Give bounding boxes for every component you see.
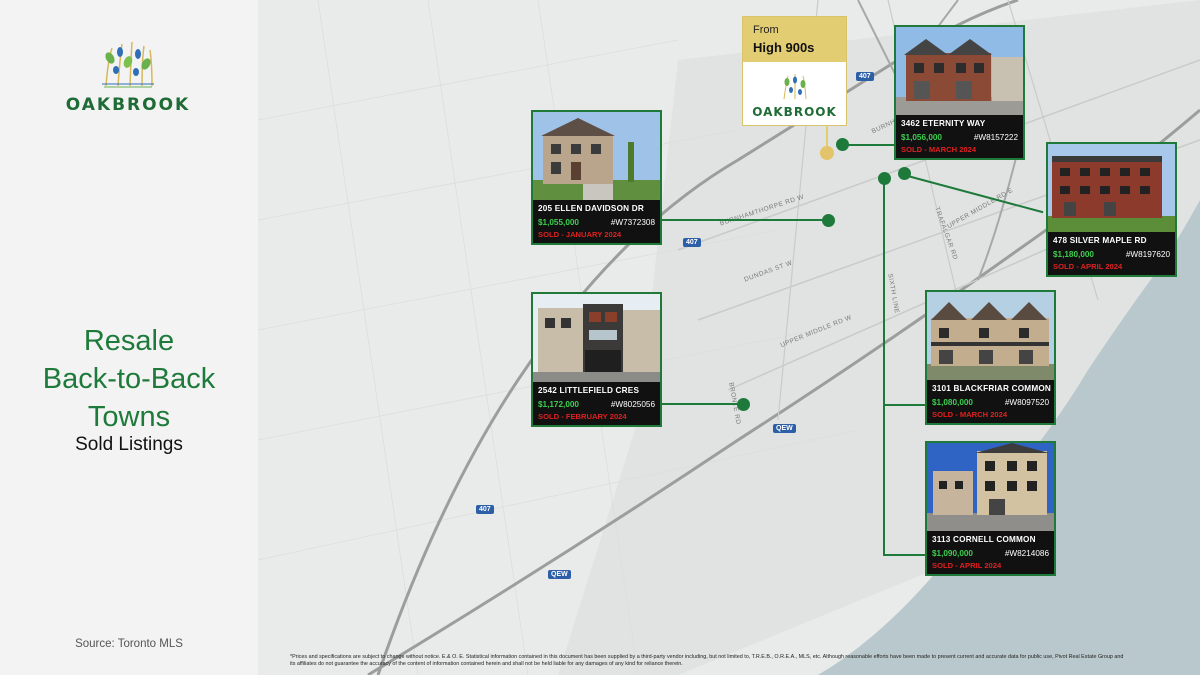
listing-sold-date: SOLD - APRIL 2024 <box>932 561 1002 570</box>
marker-dot-5[interactable] <box>878 172 891 185</box>
listing-address: 205 ELLEN DAVIDSON DR <box>538 204 644 213</box>
listing-photo-5 <box>927 292 1054 380</box>
listing-price: $1,080,000 <box>932 398 973 407</box>
listing-sold-date: SOLD - JANUARY 2024 <box>538 230 622 239</box>
listing-card-2[interactable]: 2542 LITTLEFIELD CRES $1,172,000 #W80250… <box>531 292 662 427</box>
callout-brand: OAKBROOK <box>752 105 837 119</box>
page-title: Resale Back-to-Back Towns <box>0 322 258 436</box>
listing-photo-6 <box>927 443 1054 531</box>
callout-leaf-icon <box>783 74 806 100</box>
connector-line-2 <box>662 403 742 405</box>
listing-mls: #W8197620 <box>1125 250 1170 259</box>
listing-photo-2 <box>533 294 660 382</box>
listing-sold-date: SOLD - FEBRUARY 2024 <box>538 412 627 421</box>
listing-price: $1,172,000 <box>538 400 579 409</box>
listing-card-3[interactable]: 3462 ETERNITY WAY $1,056,000 #W8157222 S… <box>894 25 1025 160</box>
map-base <box>258 0 1200 675</box>
listing-card-1[interactable]: 205 ELLEN DAVIDSON DR $1,055,000 #W73723… <box>531 110 662 245</box>
qew-shield: QEW <box>773 424 796 433</box>
listing-mls: #W7372308 <box>610 218 655 227</box>
listing-address: 3113 CORNELL COMMON <box>932 535 1036 544</box>
disclaimer: *Prices and specifications are subject t… <box>290 654 1124 667</box>
listing-card-5[interactable]: 3101 BLACKFRIAR COMMON $1,080,000 #W8097… <box>925 290 1056 425</box>
listing-sold-date: SOLD - MARCH 2024 <box>901 145 977 154</box>
listing-sold-date: SOLD - APRIL 2024 <box>1053 262 1123 271</box>
brand-name: OAKBROOK <box>65 95 191 115</box>
subtitle: Sold Listings <box>75 434 183 455</box>
hwy-407-shield-2: 407 <box>683 238 701 247</box>
listing-card-4[interactable]: 478 SILVER MAPLE RD $1,180,000 #W8197620… <box>1046 142 1177 277</box>
callout-price: High 900s <box>753 40 815 55</box>
title-line-3: Towns <box>87 401 171 433</box>
callout-pin <box>826 125 828 147</box>
source-note: Source: Toronto MLS <box>75 638 183 650</box>
connector-trunk <box>883 178 885 556</box>
listing-mls: #W8025056 <box>610 400 655 409</box>
marker-dot-4[interactable] <box>898 167 911 180</box>
title-line-1: Resale <box>83 325 175 357</box>
oakbrook-location-marker[interactable] <box>820 146 834 160</box>
left-panel: OAKBROOK Resale Back-to-Back Towns Sold … <box>0 0 258 675</box>
callout-from-label: From <box>753 24 779 36</box>
connector-line-5 <box>883 404 926 406</box>
callout-logo: OAKBROOK <box>743 72 846 119</box>
hwy-407-shield-3: 407 <box>476 505 494 514</box>
marker-dot-2[interactable] <box>737 398 750 411</box>
listing-price: $1,056,000 <box>901 133 942 142</box>
listing-photo-4 <box>1048 144 1175 232</box>
callout-header: From High 900s <box>743 17 846 62</box>
listing-photo-3 <box>896 27 1023 115</box>
listing-price: $1,090,000 <box>932 549 973 558</box>
listing-photo-1 <box>533 112 660 200</box>
connector-line-3 <box>842 144 894 146</box>
connector-line-1 <box>662 219 828 221</box>
oakbrook-logo: OAKBROOK <box>62 40 194 115</box>
listing-price: $1,055,000 <box>538 218 579 227</box>
price-callout: From High 900s OAKBROOK <box>742 16 847 126</box>
marker-dot-3[interactable] <box>836 138 849 151</box>
title-line-2: Back-to-Back <box>42 363 216 395</box>
listing-address: 3101 BLACKFRIAR COMMON <box>932 384 1052 393</box>
oakbrook-leaf-icon <box>102 41 154 88</box>
listing-address: 478 SILVER MAPLE RD <box>1053 236 1147 245</box>
listing-address: 2542 LITTLEFIELD CRES <box>538 386 640 395</box>
listing-mls: #W8097520 <box>1004 398 1049 407</box>
listing-card-6[interactable]: 3113 CORNELL COMMON $1,090,000 #W8214086… <box>925 441 1056 576</box>
hwy-407-shield: 407 <box>856 72 874 81</box>
marker-dot-1[interactable] <box>822 214 835 227</box>
listing-sold-date: SOLD - MARCH 2024 <box>932 410 1008 419</box>
connector-line-6 <box>883 554 926 556</box>
listing-address: 3462 ETERNITY WAY <box>901 119 986 128</box>
listing-price: $1,180,000 <box>1053 250 1094 259</box>
listing-mls: #W8214086 <box>1004 549 1049 558</box>
qew-shield-2: QEW <box>548 570 571 579</box>
map[interactable]: BURNHAMTHORPE RD W BURNHAMTHORPE RD W DU… <box>258 0 1200 675</box>
listing-mls: #W8157222 <box>973 133 1018 142</box>
